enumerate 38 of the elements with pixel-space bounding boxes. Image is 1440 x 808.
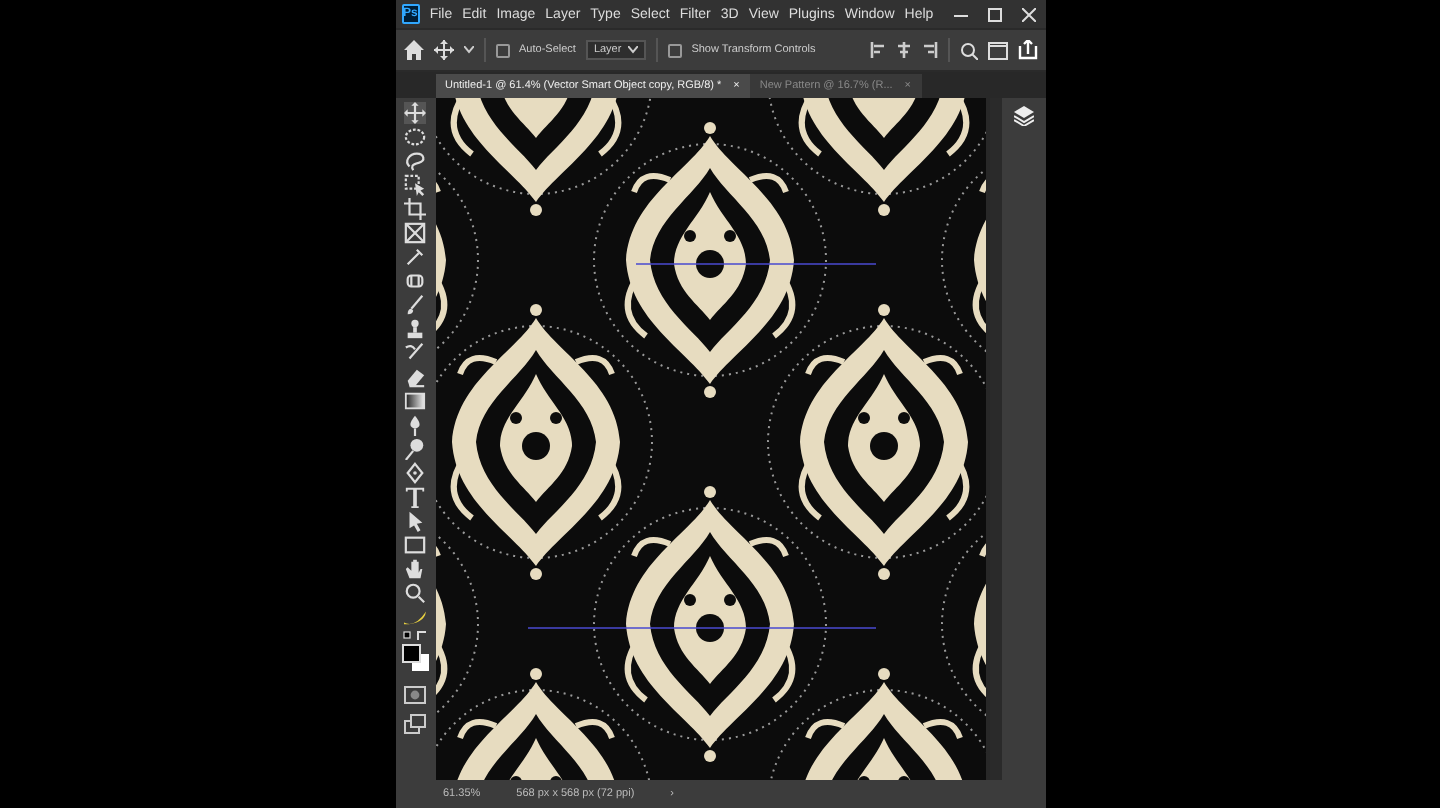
move-icon[interactable] xyxy=(433,40,453,60)
hand-icon[interactable] xyxy=(404,558,426,580)
search-icon[interactable] xyxy=(959,41,977,59)
pen-icon[interactable] xyxy=(404,462,426,484)
frame-icon[interactable] xyxy=(404,222,426,244)
screen-mode-icon[interactable] xyxy=(404,714,426,734)
eraser-icon[interactable] xyxy=(404,366,426,388)
crop-icon[interactable] xyxy=(404,198,426,220)
path-select-icon[interactable] xyxy=(404,510,426,532)
align-center-icon[interactable] xyxy=(895,42,911,58)
align-right-icon[interactable] xyxy=(921,42,937,58)
maximize-icon[interactable] xyxy=(987,7,1002,21)
checkbox[interactable] xyxy=(495,43,509,57)
checkbox[interactable] xyxy=(667,43,682,57)
caret-icon[interactable] xyxy=(627,46,638,54)
home-icon[interactable] xyxy=(403,40,423,60)
color-swatches-icon[interactable] xyxy=(401,644,429,672)
gradient-icon[interactable] xyxy=(404,390,426,412)
type-icon[interactable] xyxy=(404,486,426,508)
share-icon[interactable] xyxy=(1017,40,1037,60)
close-icon[interactable] xyxy=(1021,7,1036,21)
move-icon[interactable] xyxy=(404,102,426,124)
swap-colors-icon[interactable] xyxy=(401,630,429,642)
workspace-icon[interactable] xyxy=(987,41,1007,59)
stamp-icon[interactable] xyxy=(404,318,426,340)
lasso-icon[interactable] xyxy=(404,150,426,172)
marquee-icon[interactable] xyxy=(404,126,426,148)
zoom-icon[interactable] xyxy=(404,582,426,604)
quick-mask-icon[interactable] xyxy=(404,686,426,704)
rectangle-icon[interactable] xyxy=(404,534,426,556)
brush-icon[interactable] xyxy=(404,294,426,316)
dodge-icon[interactable] xyxy=(404,438,426,460)
selection-icon[interactable] xyxy=(404,174,426,196)
caret-icon[interactable] xyxy=(463,46,473,54)
layers-icon[interactable] xyxy=(1013,106,1033,126)
align-left-icon[interactable] xyxy=(869,42,885,58)
history-brush-icon[interactable] xyxy=(404,342,426,364)
eyedropper-icon[interactable] xyxy=(404,246,426,268)
